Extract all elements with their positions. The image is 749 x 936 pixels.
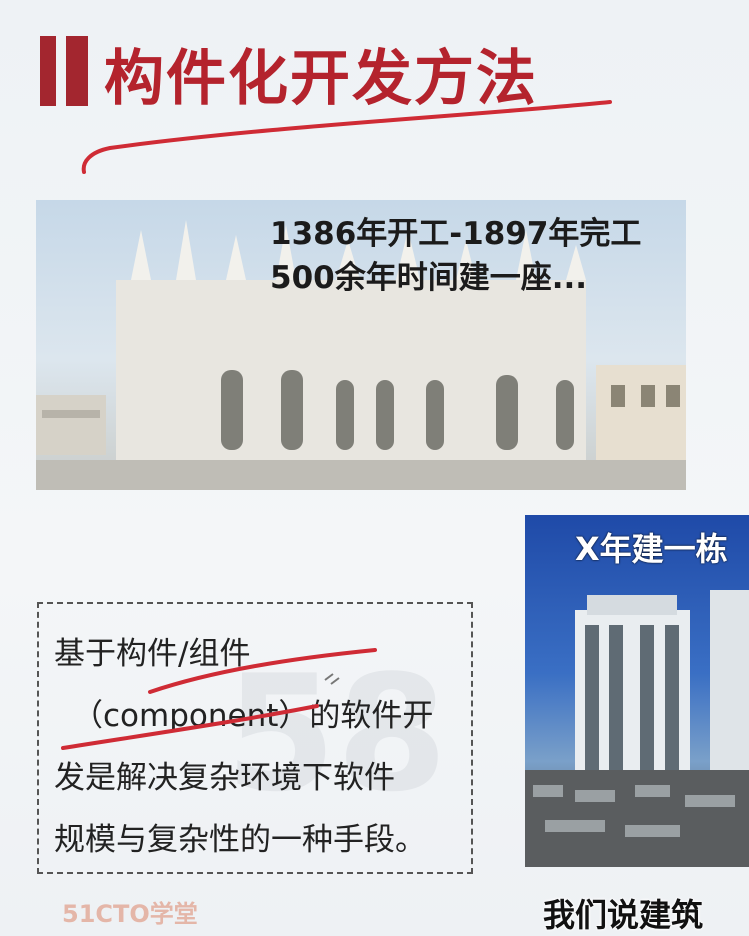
51cto-logo: 51CTO学堂	[62, 900, 198, 928]
video-subtitle: 我们说建筑	[543, 896, 704, 934]
cathedral-caption-line1: 1386年开工-1897年完工	[270, 216, 642, 252]
cathedral-caption: 1386年开工-1897年完工 500余年时间建一座...	[270, 212, 641, 300]
modern-building-caption: X年建一栋	[575, 530, 728, 568]
title-accent-bar-left	[40, 36, 56, 106]
title-underline-stroke	[81, 100, 612, 174]
definition-line-4: 规模与复杂性的一种手段。	[54, 822, 426, 858]
cathedral-caption-line2: 500余年时间建一座...	[270, 260, 588, 296]
handwritten-annotation-strokes	[61, 648, 377, 750]
